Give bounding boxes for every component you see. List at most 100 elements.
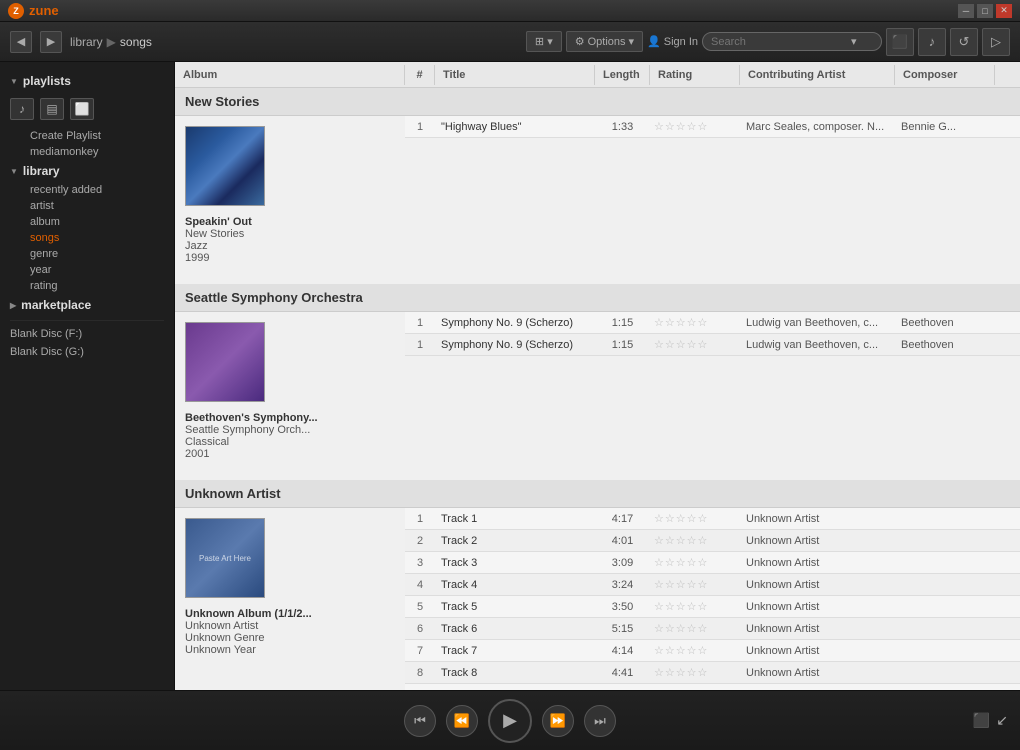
breadcrumb-songs[interactable]: songs <box>120 35 152 49</box>
track-row[interactable]: 5 Track 5 3:50 ☆ ☆ ☆ ☆ ☆ Unknown Artist <box>405 596 1020 618</box>
star2: ☆ <box>665 512 675 525</box>
track-title-2-7: Track 8 <box>435 667 595 679</box>
player-icon-2[interactable]: ↙ <box>996 712 1008 729</box>
toolbar-icon-2[interactable]: ♪ <box>918 28 946 56</box>
sidebar-item-genre[interactable]: genre <box>0 246 174 262</box>
fast-forward-button[interactable]: ⏩ <box>542 705 574 737</box>
video-icon-btn[interactable]: ▤ <box>40 98 64 120</box>
sidebar-item-mediamonkey[interactable]: mediamonkey <box>0 144 174 160</box>
track-row[interactable]: 1 Symphony No. 9 (Scherzo) 1:15 ☆ ☆ ☆ ☆ … <box>405 312 1020 334</box>
sidebar-marketplace-header[interactable]: ▶ marketplace <box>0 294 174 316</box>
music-icon-btn[interactable]: ♪ <box>10 98 34 120</box>
options-button[interactable]: ⚙ Options ▾ <box>566 31 643 52</box>
stars-2-2: ☆ ☆ ☆ ☆ ☆ <box>654 556 707 569</box>
albums-container: New Stories Speakin' Out New Stories Jaz… <box>175 88 1020 690</box>
photo-icon-btn[interactable]: ⬜ <box>70 98 94 120</box>
col-header-rating[interactable]: Rating <box>650 65 740 85</box>
star4: ☆ <box>687 316 697 329</box>
rewind-button[interactable]: ⏪ <box>446 705 478 737</box>
window-controls: ─ □ ✕ <box>958 4 1012 18</box>
star4: ☆ <box>687 512 697 525</box>
album-genre-2: Unknown Genre <box>185 632 395 644</box>
track-row[interactable]: 1 "Highway Blues" 1:33 ☆ ☆ ☆ ☆ ☆ Marc Se… <box>405 116 1020 138</box>
stars-2-3: ☆ ☆ ☆ ☆ ☆ <box>654 578 707 591</box>
toolbar-icon-1[interactable]: ⬛ <box>886 28 914 56</box>
title-bar: Z zune ─ □ ✕ <box>0 0 1020 22</box>
track-title-1-1: Symphony No. 9 (Scherzo) <box>435 339 595 351</box>
star5: ☆ <box>698 338 708 351</box>
maximize-button[interactable]: □ <box>977 4 993 18</box>
track-rating-1-0[interactable]: ☆ ☆ ☆ ☆ ☆ <box>650 316 740 329</box>
track-rating-2-7[interactable]: ☆ ☆ ☆ ☆ ☆ <box>650 666 740 679</box>
prev-button[interactable]: ⏮ <box>404 705 436 737</box>
track-rating-1-1[interactable]: ☆ ☆ ☆ ☆ ☆ <box>650 338 740 351</box>
track-rating-2-6[interactable]: ☆ ☆ ☆ ☆ ☆ <box>650 644 740 657</box>
track-row[interactable]: 4 Track 4 3:24 ☆ ☆ ☆ ☆ ☆ Unknown Artist <box>405 574 1020 596</box>
search-input[interactable] <box>711 36 851 48</box>
playlists-label: playlists <box>23 74 71 88</box>
content-area: Album # Title Length Rating Contributing… <box>175 62 1020 690</box>
paste-art-text-2: Paste Art Here <box>197 552 253 565</box>
next-button[interactable]: ⏭ <box>584 705 616 737</box>
play-button[interactable]: ▶ <box>488 699 532 743</box>
track-num-1-1: 1 <box>405 339 435 351</box>
sidebar-item-blank-disc-f[interactable]: Blank Disc (F:) <box>0 325 174 343</box>
track-row[interactable]: 1 Symphony No. 9 (Scherzo) 1:15 ☆ ☆ ☆ ☆ … <box>405 334 1020 356</box>
col-header-composer[interactable]: Composer <box>895 65 995 85</box>
toolbar-icon-3[interactable]: ↺ <box>950 28 978 56</box>
star4: ☆ <box>687 644 697 657</box>
track-row[interactable]: 3 Track 3 3:09 ☆ ☆ ☆ ☆ ☆ Unknown Artist <box>405 552 1020 574</box>
sidebar-item-rating[interactable]: rating <box>0 278 174 294</box>
album-group-content-0: Speakin' Out New Stories Jazz 1999 1 "Hi… <box>175 116 1020 284</box>
album-info-2: Unknown Album (1/1/2... Unknown Artist U… <box>185 598 395 666</box>
close-button[interactable]: ✕ <box>996 4 1012 18</box>
star1: ☆ <box>654 120 664 133</box>
col-header-title[interactable]: Title <box>435 65 595 85</box>
track-title-0-0: "Highway Blues" <box>435 121 595 133</box>
view-toggle-button[interactable]: ⊞ ▾ <box>526 31 562 52</box>
track-rating-2-0[interactable]: ☆ ☆ ☆ ☆ ☆ <box>650 512 740 525</box>
forward-button[interactable]: ▶ <box>40 31 62 53</box>
track-rating-2-1[interactable]: ☆ ☆ ☆ ☆ ☆ <box>650 534 740 547</box>
track-rating-0-0[interactable]: ☆ ☆ ☆ ☆ ☆ <box>650 120 740 133</box>
sidebar-item-year[interactable]: year <box>0 262 174 278</box>
star2: ☆ <box>665 644 675 657</box>
track-row[interactable]: 6 Track 6 5:15 ☆ ☆ ☆ ☆ ☆ Unknown Artist <box>405 618 1020 640</box>
sidebar-playlists-header[interactable]: ▼ playlists <box>0 70 174 92</box>
star2: ☆ <box>665 338 675 351</box>
track-rating-2-4[interactable]: ☆ ☆ ☆ ☆ ☆ <box>650 600 740 613</box>
player-icon-1[interactable]: ⬛ <box>973 712 990 729</box>
album-info-1: Beethoven's Symphony... Seattle Symphony… <box>185 402 395 470</box>
minimize-button[interactable]: ─ <box>958 4 974 18</box>
col-header-album[interactable]: Album <box>175 65 405 85</box>
sign-in-button[interactable]: 👤 Sign In <box>647 35 698 48</box>
back-button[interactable]: ◀ <box>10 31 32 53</box>
track-rating-2-3[interactable]: ☆ ☆ ☆ ☆ ☆ <box>650 578 740 591</box>
sidebar-library-header[interactable]: ▼ library <box>0 160 174 182</box>
star4: ☆ <box>687 338 697 351</box>
toolbar-icon-4[interactable]: ▷ <box>982 28 1010 56</box>
sidebar-item-create-playlist[interactable]: Create Playlist <box>0 128 174 144</box>
track-title-2-3: Track 4 <box>435 579 595 591</box>
album-name-1: Beethoven's Symphony... <box>185 412 395 424</box>
star5: ☆ <box>698 578 708 591</box>
search-dropdown-button[interactable]: ▾ <box>851 35 857 48</box>
track-rating-2-5[interactable]: ☆ ☆ ☆ ☆ ☆ <box>650 622 740 635</box>
sidebar-playlist-icons: ♪ ▤ ⬜ <box>0 92 174 128</box>
sidebar-item-album[interactable]: album <box>0 214 174 230</box>
col-header-contributing[interactable]: Contributing Artist <box>740 65 895 85</box>
sidebar-item-songs[interactable]: songs <box>0 230 174 246</box>
breadcrumb-library[interactable]: library <box>70 35 103 49</box>
track-row[interactable]: 7 Track 7 4:14 ☆ ☆ ☆ ☆ ☆ Unknown Artist <box>405 640 1020 662</box>
sidebar-item-recently-added[interactable]: recently added <box>0 182 174 198</box>
track-row[interactable]: 8 Track 8 4:41 ☆ ☆ ☆ ☆ ☆ Unknown Artist <box>405 662 1020 684</box>
track-row[interactable]: 1 Track 1 4:17 ☆ ☆ ☆ ☆ ☆ Unknown Artist <box>405 508 1020 530</box>
track-length-1-0: 1:15 <box>595 317 650 329</box>
track-composer-1-1: Beethoven <box>895 339 1020 351</box>
sidebar-item-blank-disc-g[interactable]: Blank Disc (G:) <box>0 343 174 361</box>
star1: ☆ <box>654 338 664 351</box>
track-row[interactable]: 2 Track 2 4:01 ☆ ☆ ☆ ☆ ☆ Unknown Artist <box>405 530 1020 552</box>
track-rating-2-2[interactable]: ☆ ☆ ☆ ☆ ☆ <box>650 556 740 569</box>
col-header-length[interactable]: Length <box>595 65 650 85</box>
sidebar-item-artist[interactable]: artist <box>0 198 174 214</box>
